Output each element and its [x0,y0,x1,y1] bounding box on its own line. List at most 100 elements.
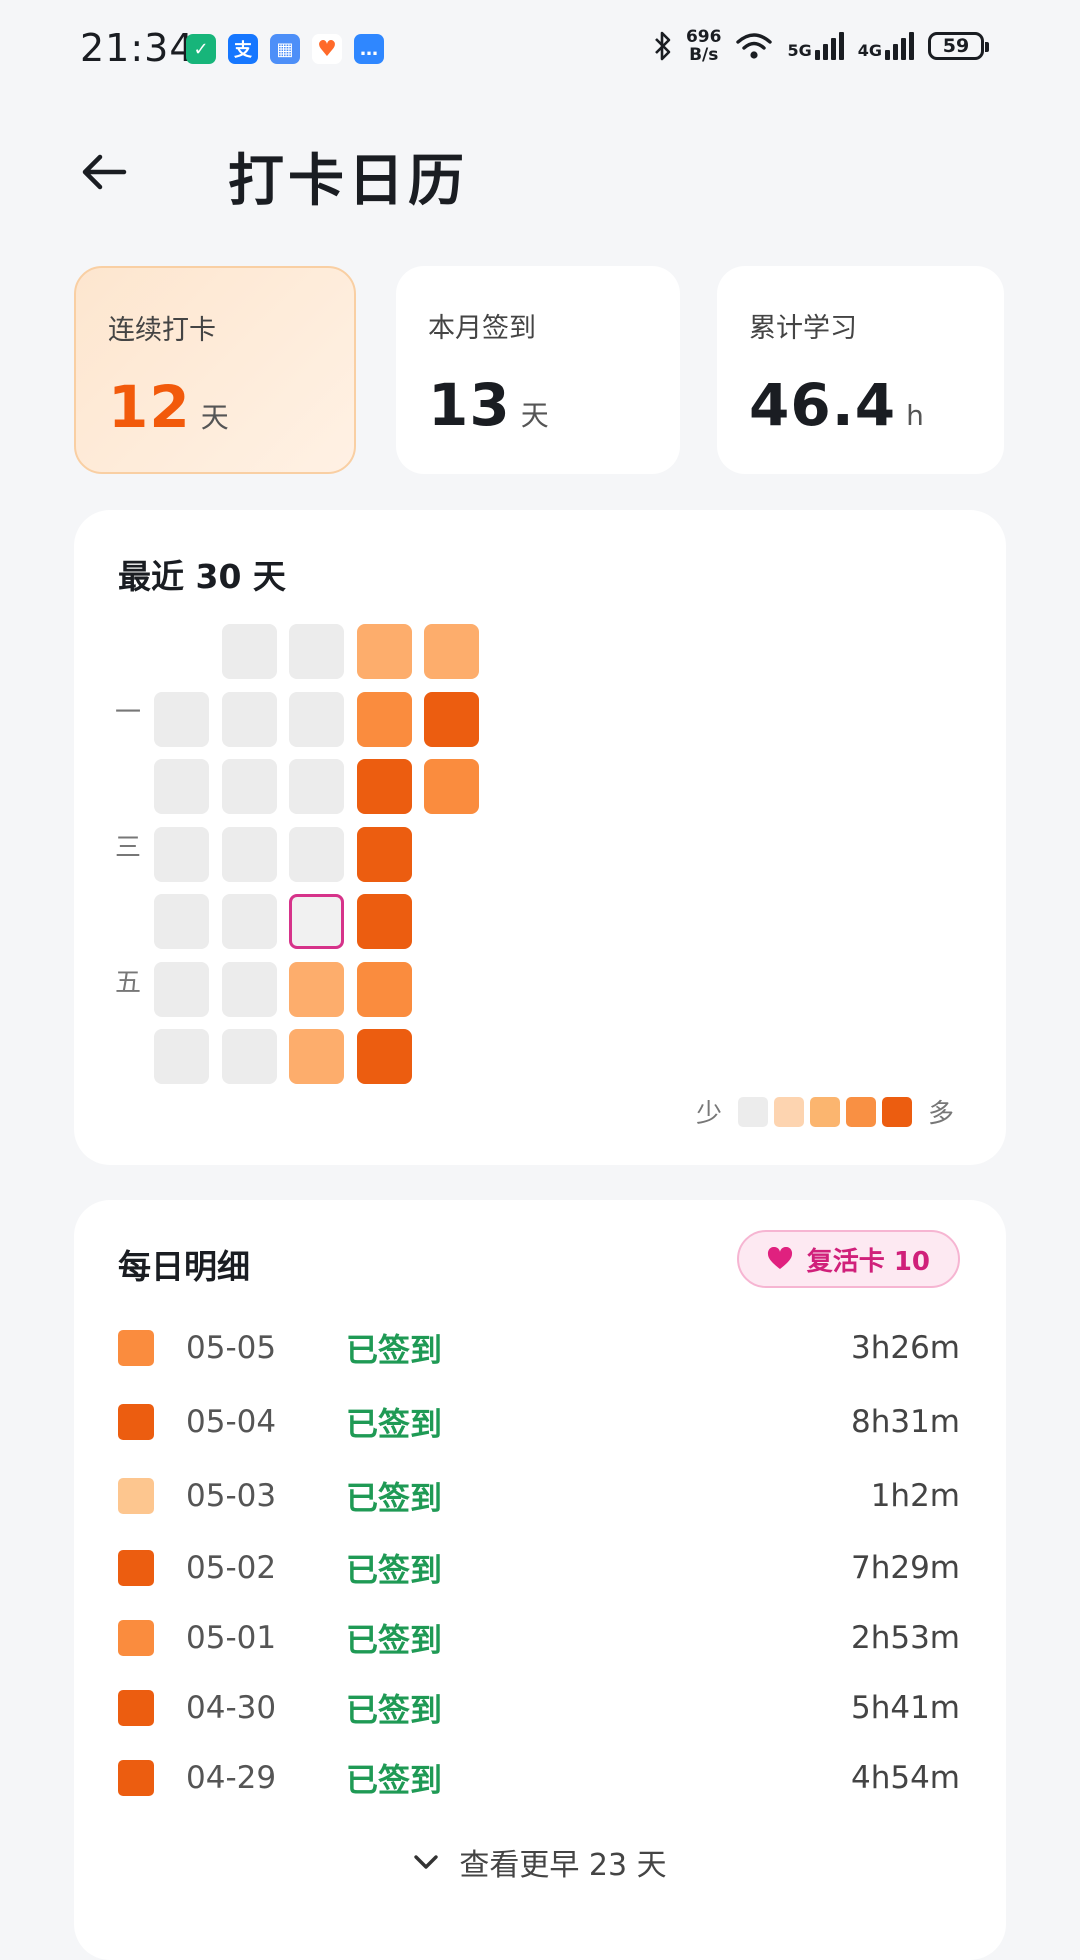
row-status: 已签到 [346,1761,443,1799]
bluetooth-icon [655,31,671,61]
heatmap-cell[interactable] [221,1029,277,1084]
heatmap-cell[interactable] [289,624,344,679]
heatmap-cell[interactable] [154,826,209,882]
heatmap-cell[interactable] [221,691,277,747]
row-duration: 8h31m [850,1404,960,1440]
list-item[interactable]: 04-30 已签到 5h41m [118,1682,960,1734]
status-bar: 21:34 ✓ 支 ▦ ♥ … 696 B/s 5G 4G 59 [0,0,1080,100]
intensity-swatch [118,1330,154,1366]
heatmap-cell[interactable] [154,961,209,1017]
shield-check-icon: ✓ [186,34,216,64]
heatmap-cell[interactable] [356,1029,412,1084]
heatmap-cell[interactable] [356,759,412,814]
heatmap-cell[interactable] [424,691,479,747]
row-status: 已签到 [346,1331,443,1369]
legend-swatch [737,1096,768,1127]
legend-more-label: 多 [927,1099,954,1129]
list-item[interactable]: 05-01 已签到 2h53m [118,1612,960,1664]
revive-card-badge[interactable]: 复活卡 10 [736,1230,960,1288]
row-duration: 4h54m [850,1760,960,1796]
row-status: 已签到 [346,1551,443,1589]
notification-icons: ✓ 支 ▦ ♥ … [186,34,384,64]
row-date: 04-29 [186,1760,277,1796]
heatmap-cell[interactable] [154,691,209,747]
heatmap-cell[interactable] [154,894,209,949]
stat-label: 累计学习 [749,313,857,344]
stat-unit: 天 [520,399,549,432]
status-time: 21:34 [80,26,195,70]
row-date: 05-03 [186,1478,277,1514]
heatmap-cell[interactable] [154,1029,209,1084]
legend-less-label: 少 [695,1099,722,1129]
heatmap-title: 最近 30 天 [118,557,286,596]
heart-app-icon: ♥ [312,34,342,64]
heatmap-cell[interactable] [424,624,479,679]
heatmap-cell[interactable] [154,759,209,814]
wifi-icon [736,33,773,59]
signal-4g: 4G [858,32,914,60]
stat-label: 本月签到 [428,313,536,344]
row-date: 04-30 [186,1690,277,1726]
heatmap-cell[interactable] [356,624,412,679]
heatmap-cell[interactable] [356,961,412,1017]
calendar-app-icon: ▦ [270,34,300,64]
row-date: 05-01 [186,1620,277,1656]
list-item[interactable]: 05-05 已签到 3h26m [118,1322,960,1374]
intensity-swatch [118,1760,154,1796]
status-right: 696 B/s 5G 4G 59 [654,28,989,64]
back-button[interactable] [72,140,136,204]
heatmap-cell[interactable] [221,961,277,1017]
chevron-down-icon [414,1855,439,1869]
daily-detail-title: 每日明细 [118,1247,250,1286]
row-duration: 2h53m [850,1620,960,1656]
row-date: 05-05 [186,1330,277,1366]
heatmap-cell[interactable] [221,826,277,882]
stat-value: 46.4 [749,371,897,439]
legend-swatch [845,1096,876,1127]
row-date: 05-04 [186,1404,277,1440]
heatmap-cell[interactable] [221,759,277,814]
heatmap-cell[interactable] [221,894,277,949]
heatmap-cell[interactable] [289,691,344,747]
stat-label: 连续打卡 [108,315,216,346]
list-item[interactable]: 05-02 已签到 7h29m [118,1542,960,1594]
heatmap-cell[interactable] [424,759,479,814]
signal-4g-label: 4G [857,41,882,60]
signal-bars-icon [885,32,914,60]
heatmap-cell-today[interactable] [289,894,344,949]
legend-swatch [881,1096,912,1127]
network-speed-unit: B/s [689,45,719,65]
heatmap-legend: 少 多 [686,1093,964,1130]
weekday-label: 五 [114,968,141,998]
heatmap-cell[interactable] [356,826,412,882]
row-status: 已签到 [346,1621,443,1659]
heatmap-cell[interactable] [289,1029,344,1084]
stat-unit: h [906,399,924,432]
network-speed: 696 B/s [686,28,722,64]
show-more-button[interactable]: 查看更早 23 天 [74,1840,1006,1884]
list-item[interactable]: 04-29 已签到 4h54m [118,1752,960,1804]
row-status: 已签到 [346,1479,443,1517]
signal-5g: 5G [787,32,844,60]
row-status: 已签到 [346,1405,443,1443]
list-item[interactable]: 05-04 已签到 8h31m [118,1396,960,1448]
stat-card-streak: 连续打卡 12 天 [74,266,356,474]
battery-level: 59 [942,35,970,57]
row-duration: 7h29m [850,1550,960,1586]
heatmap-cell[interactable] [289,961,344,1017]
stat-value: 13 [428,371,511,439]
intensity-swatch [118,1404,154,1440]
signal-bars-icon [814,32,844,60]
row-duration: 5h41m [850,1690,960,1726]
signal-5g-label: 5G [787,41,812,60]
heatmap-cell[interactable] [356,691,412,747]
heatmap-cell[interactable] [289,826,344,882]
intensity-swatch [118,1550,154,1586]
heatmap-cell[interactable] [289,759,344,814]
row-date: 05-02 [186,1550,277,1586]
show-more-label: 查看更早 23 天 [459,1848,667,1883]
list-item[interactable]: 05-03 已签到 1h2m [118,1470,960,1522]
heatmap-cell[interactable] [221,624,277,679]
intensity-swatch [118,1620,154,1656]
heatmap-cell[interactable] [356,894,412,949]
